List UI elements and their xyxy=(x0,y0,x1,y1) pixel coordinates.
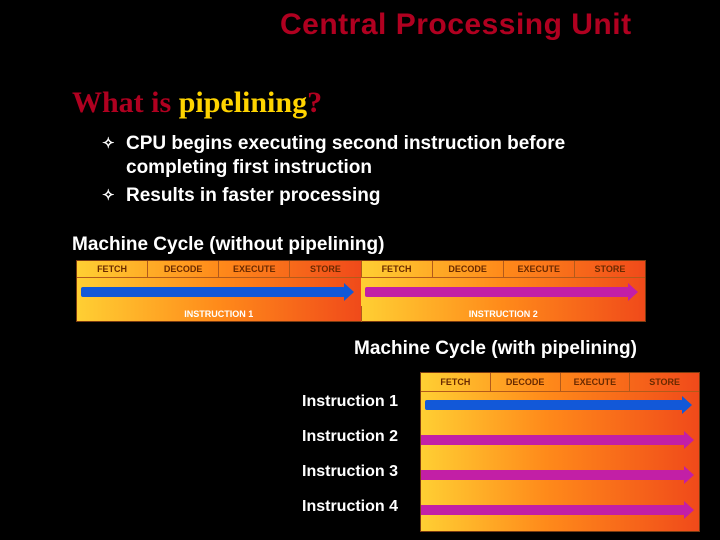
stage-header-row: FETCH DECODE EXECUTE STORE xyxy=(421,373,699,392)
stage-label: FETCH xyxy=(362,261,433,277)
stage-header-row: FETCH DECODE EXECUTE STORE FETCH DECODE … xyxy=(77,261,645,278)
stage-label: EXECUTE xyxy=(219,261,290,277)
stage-label: DECODE xyxy=(491,373,561,391)
slide-title: Central Processing Unit xyxy=(0,8,720,42)
question-heading: What is pipelining? xyxy=(72,86,322,120)
row-label: Instruction 2 xyxy=(302,427,398,462)
bullet-text: CPU begins executing second instruction … xyxy=(126,132,662,180)
stage-label: EXECUTE xyxy=(504,261,575,277)
list-item: ✧ Results in faster processing xyxy=(102,184,662,208)
stage-label: FETCH xyxy=(77,261,148,277)
stage-label: DECODE xyxy=(148,261,219,277)
diagram-without-pipelining: FETCH DECODE EXECUTE STORE FETCH DECODE … xyxy=(76,260,646,322)
question-part2: pipelining xyxy=(179,86,307,119)
bullet-icon: ✧ xyxy=(102,132,126,180)
row-labels-with-pipelining: Instruction 1 Instruction 2 Instruction … xyxy=(302,392,398,532)
arrow-instruction-3 xyxy=(420,470,685,480)
list-item: ✧ CPU begins executing second instructio… xyxy=(102,132,662,180)
arrow-instruction-1 xyxy=(81,287,345,297)
instruction-label-row: INSTRUCTION 1 INSTRUCTION 2 xyxy=(77,306,645,322)
stage-label: STORE xyxy=(630,373,699,391)
arrow-lane xyxy=(77,278,645,306)
bullet-list: ✧ CPU begins executing second instructio… xyxy=(102,132,662,212)
stage-label: FETCH xyxy=(421,373,491,391)
arrow-lanes xyxy=(421,392,699,532)
diagram-with-pipelining: FETCH DECODE EXECUTE STORE xyxy=(420,372,700,532)
stage-label: STORE xyxy=(575,261,645,277)
stage-label: DECODE xyxy=(433,261,504,277)
caption-without-pipelining: Machine Cycle (without pipelining) xyxy=(72,234,384,256)
arrow-instruction-2 xyxy=(365,287,629,297)
arrow-instruction-4 xyxy=(420,505,685,515)
question-mark: ? xyxy=(307,86,322,119)
row-label: Instruction 4 xyxy=(302,497,398,532)
instruction-label: INSTRUCTION 2 xyxy=(362,306,646,322)
instruction-label: INSTRUCTION 1 xyxy=(77,306,362,322)
row-label: Instruction 3 xyxy=(302,462,398,497)
arrow-instruction-1 xyxy=(425,400,683,410)
bullet-icon: ✧ xyxy=(102,184,126,208)
stage-label: STORE xyxy=(290,261,361,277)
question-part1: What is xyxy=(72,86,179,119)
arrow-instruction-2 xyxy=(420,435,685,445)
row-label: Instruction 1 xyxy=(302,392,398,427)
bullet-text: Results in faster processing xyxy=(126,184,380,208)
caption-with-pipelining: Machine Cycle (with pipelining) xyxy=(354,338,637,360)
stage-label: EXECUTE xyxy=(561,373,631,391)
